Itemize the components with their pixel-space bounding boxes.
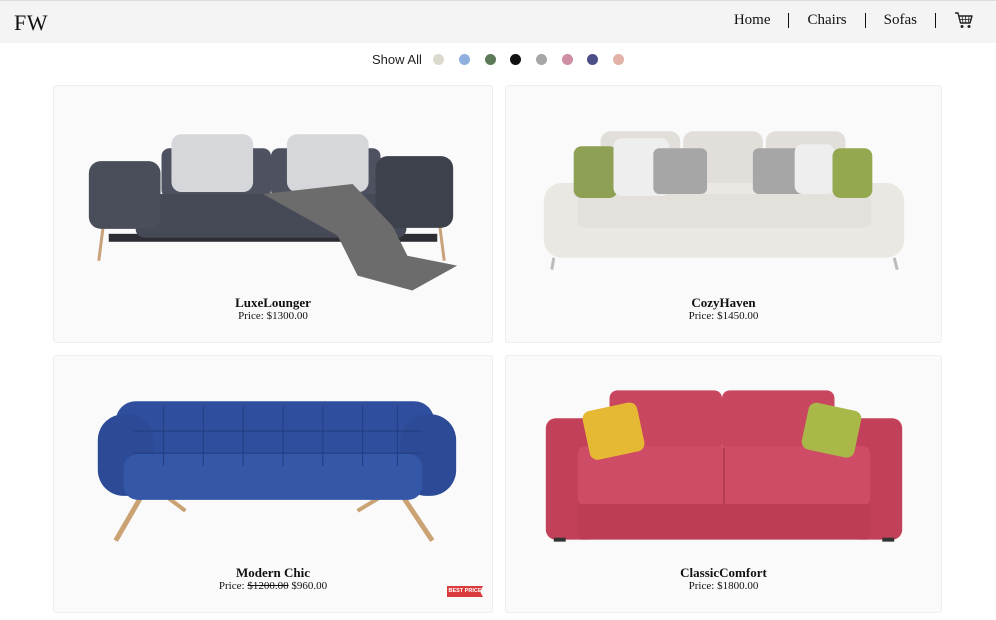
nav-divider xyxy=(788,12,790,28)
product-image xyxy=(543,131,905,271)
price-label: Price: xyxy=(218,580,245,592)
product-price: Price: $1450.00 xyxy=(506,310,941,322)
product-name: ClassicComfort xyxy=(680,565,767,580)
cart-icon[interactable] xyxy=(954,11,974,29)
nav-sofas-link[interactable]: Sofas xyxy=(884,12,917,29)
product-name: CozyHaven xyxy=(691,295,756,310)
product-image xyxy=(545,390,903,542)
price-label: Price: xyxy=(688,310,715,322)
color-swatch-grey[interactable] xyxy=(536,54,547,65)
current-price: $1800.00 xyxy=(717,580,759,592)
current-price: $1300.00 xyxy=(266,310,308,322)
product-price: Price: $1800.00 xyxy=(506,580,941,592)
color-swatch-pink[interactable] xyxy=(562,54,573,65)
product-card[interactable]: LuxeLounger Price: $1300.00 xyxy=(53,85,493,343)
current-price: $1450.00 xyxy=(717,310,759,322)
main-nav: Home Chairs Sofas xyxy=(734,11,974,29)
nav-divider xyxy=(935,12,936,28)
current-price: $960.00 xyxy=(291,580,328,592)
product-card[interactable]: Modern Chic Price: $1200.00 $960.00 BEST… xyxy=(53,355,493,613)
best-price-badge: BEST PRICE xyxy=(447,586,483,597)
color-swatch-light-blue[interactable] xyxy=(459,54,470,65)
product-price: Price: $1200.00 $960.00 xyxy=(54,580,492,592)
nav-chairs-link[interactable]: Chairs xyxy=(807,12,846,29)
color-swatch-navy[interactable] xyxy=(587,54,598,65)
color-swatch-beige[interactable] xyxy=(433,54,444,65)
show-all-filter[interactable]: Show All xyxy=(372,52,422,67)
color-swatch-peach[interactable] xyxy=(613,54,624,65)
product-image xyxy=(88,134,458,291)
color-swatch-black[interactable] xyxy=(510,54,521,65)
product-card[interactable]: CozyHaven Price: $1450.00 xyxy=(505,85,942,343)
nav-home-link[interactable]: Home xyxy=(734,12,771,29)
color-swatch-green[interactable] xyxy=(485,54,496,65)
product-price: Price: $1300.00 xyxy=(54,310,492,322)
logo[interactable]: FW xyxy=(14,10,48,36)
top-navbar: FW Home Chairs Sofas xyxy=(0,0,996,43)
product-image xyxy=(97,401,457,543)
price-label: Price: xyxy=(238,310,264,322)
price-label: Price: xyxy=(688,580,715,592)
color-filter-bar: Show All xyxy=(0,49,996,69)
nav-divider xyxy=(864,12,866,28)
original-price: $1200.00 xyxy=(247,580,289,592)
product-card[interactable]: ClassicComfort Price: $1800.00 xyxy=(505,355,942,613)
product-name: Modern Chic xyxy=(235,565,311,580)
product-name: LuxeLounger xyxy=(235,295,311,310)
